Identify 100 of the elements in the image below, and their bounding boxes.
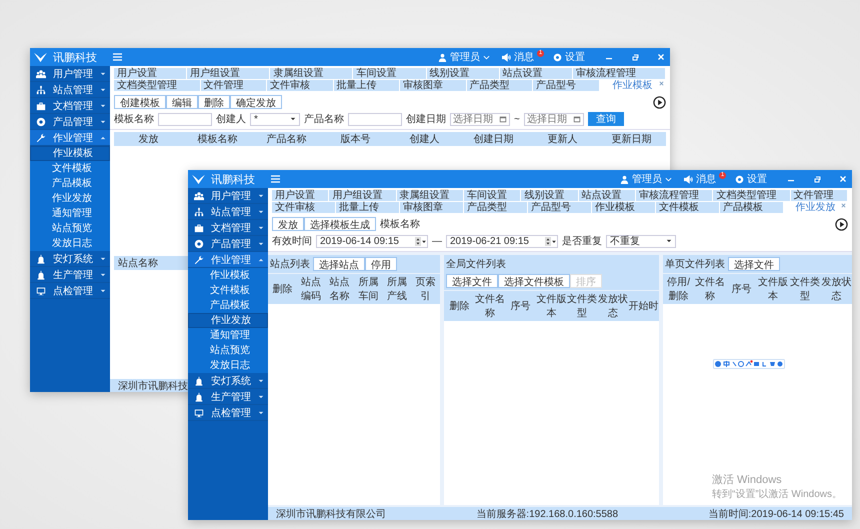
dropdown-field[interactable]: * — [250, 112, 300, 126]
toolbar-button[interactable]: 发放 — [272, 217, 304, 231]
tab[interactable]: 文件审核 — [267, 80, 334, 92]
close-icon[interactable] — [841, 203, 846, 208]
tab[interactable]: 产品模板 — [720, 202, 784, 214]
tab[interactable]: 线别设置 — [521, 190, 579, 202]
submenu-item[interactable]: 作业模板 — [188, 268, 268, 283]
submenu-item[interactable]: 文件模板 — [30, 161, 110, 176]
menu-icon[interactable] — [271, 175, 280, 183]
tab[interactable]: 用户组设置 — [187, 68, 270, 80]
submenu-item[interactable]: 作业发放 — [30, 191, 110, 206]
sidebar-item[interactable]: 作业管理 — [30, 130, 110, 146]
wrench-icon — [36, 132, 46, 142]
tab[interactable]: 审核流程管理 — [636, 190, 714, 202]
range-separator: ~ — [514, 114, 520, 124]
submenu-item[interactable]: 发放日志 — [30, 236, 110, 251]
date-field[interactable]: 选择日期 — [450, 112, 510, 126]
panel-button[interactable]: 停用 — [365, 257, 397, 271]
submenu-item[interactable]: 站点预览 — [30, 221, 110, 236]
tab[interactable]: 审核图章 — [400, 202, 464, 214]
restore-button[interactable] — [812, 174, 822, 184]
tab[interactable]: 站点设置 — [500, 68, 573, 80]
alarm-icon — [36, 270, 46, 280]
date-field[interactable]: 选择日期 — [524, 112, 584, 126]
sidebar-item[interactable]: 站点管理 — [30, 82, 110, 98]
tab[interactable]: 产品型号 — [533, 80, 600, 92]
tab[interactable]: 文件管理 — [200, 80, 267, 92]
settings-button[interactable]: 设置 — [732, 172, 770, 186]
tab[interactable]: 用户组设置 — [329, 190, 397, 202]
tab[interactable]: 产品型号 — [528, 202, 592, 214]
column-header: 开始时 — [628, 300, 659, 314]
tab[interactable]: 文档类型管理 — [114, 80, 200, 92]
text-field[interactable] — [348, 112, 402, 126]
submenu-item[interactable]: 通知管理 — [188, 328, 268, 343]
submenu-item[interactable]: 作业模板 — [30, 146, 110, 161]
search-button[interactable]: 查询 — [588, 112, 624, 126]
panel-button[interactable]: 选择文件模板 — [498, 274, 570, 288]
submenu-item[interactable]: 发放日志 — [188, 358, 268, 373]
tab[interactable]: 产品类型 — [466, 80, 533, 92]
play-icon[interactable] — [653, 96, 666, 108]
toolbar-button[interactable]: 选择模板生成 — [304, 217, 376, 231]
submenu-item[interactable]: 作业发放 — [188, 313, 268, 328]
submenu-item[interactable]: 通知管理 — [30, 206, 110, 221]
toolbar-button[interactable]: 确定发放 — [230, 95, 282, 109]
toolbar-button[interactable]: 编辑 — [166, 95, 198, 109]
column-header: 所属车间 — [357, 276, 380, 304]
settings-icon — [553, 52, 562, 62]
tab[interactable]: 车间设置 — [353, 68, 427, 80]
user-menu-button[interactable]: 管理员 — [617, 172, 675, 186]
company-name: 深圳市讯鹏科技 — [118, 380, 188, 392]
tab[interactable]: 文件管理 — [790, 190, 848, 202]
text-field[interactable] — [158, 112, 212, 126]
datetime-field[interactable]: 2019-06-14 09:15 — [316, 234, 428, 248]
column-header: 更新日期 — [610, 132, 652, 146]
toolbar-button[interactable]: 删除 — [198, 95, 230, 109]
play-icon[interactable] — [835, 218, 848, 230]
tab[interactable]: 隶属组设置 — [270, 68, 354, 80]
sidebar-item[interactable]: 文档管理 — [188, 220, 268, 236]
tab[interactable]: 产品类型 — [464, 202, 528, 214]
tab[interactable]: 线别设置 — [426, 68, 500, 80]
close-button[interactable] — [656, 52, 666, 62]
settings-button[interactable]: 设置 — [550, 50, 588, 64]
tab[interactable]: 审核流程管理 — [572, 68, 666, 80]
tab[interactable]: 车间设置 — [464, 190, 522, 202]
submenu-item[interactable]: 产品模板 — [188, 298, 268, 313]
tab[interactable]: 批量上传 — [334, 80, 400, 92]
submenu-item[interactable]: 站点预览 — [188, 343, 268, 358]
tab[interactable]: 文件审核 — [272, 202, 336, 214]
spinner-icon[interactable] — [545, 236, 551, 246]
tab[interactable]: 隶属组设置 — [396, 190, 464, 202]
dropdown-field[interactable]: 不重复 — [606, 234, 676, 248]
tab[interactable]: 审核图章 — [400, 80, 466, 92]
sidebar-item[interactable]: 生产管理 — [30, 267, 110, 283]
tab[interactable]: 批量上传 — [336, 202, 400, 214]
datetime-field[interactable]: 2019-06-21 09:15 — [446, 234, 558, 248]
panel-button[interactable]: 选择文件 — [446, 274, 498, 288]
submenu-item[interactable]: 产品模板 — [30, 176, 110, 191]
messages-button[interactable]: 消息 — [681, 172, 719, 186]
sidebar-item[interactable]: 点检管理 — [30, 283, 110, 299]
spinner-icon[interactable] — [415, 236, 421, 246]
restore-button[interactable] — [630, 52, 640, 62]
tab[interactable]: 用户设置 — [114, 68, 188, 80]
sidebar-item[interactable]: 文档管理 — [30, 98, 110, 114]
toolbar-button[interactable]: 创建模板 — [114, 95, 166, 109]
tab[interactable]: 站点设置 — [578, 190, 636, 202]
messages-button[interactable]: 消息 — [499, 50, 537, 64]
submenu-item[interactable]: 文件模板 — [188, 283, 268, 298]
close-button[interactable] — [838, 174, 848, 184]
sidebar-item[interactable]: 安灯系统 — [30, 251, 110, 267]
tab[interactable]: 文件模板 — [656, 202, 720, 214]
sidebar-item[interactable]: 作业管理 — [188, 252, 268, 268]
close-icon[interactable] — [659, 81, 664, 86]
menu-icon[interactable] — [113, 53, 122, 61]
panel-button[interactable]: 选择文件 — [728, 257, 780, 271]
tab[interactable]: 用户设置 — [272, 190, 330, 202]
sidebar-item[interactable]: 站点管理 — [188, 204, 268, 220]
user-menu-button[interactable]: 管理员 — [435, 50, 493, 64]
panel-button[interactable]: 选择站点 — [313, 257, 365, 271]
tab[interactable]: 作业模板 — [592, 202, 656, 214]
tab[interactable]: 文档类型管理 — [713, 190, 791, 202]
